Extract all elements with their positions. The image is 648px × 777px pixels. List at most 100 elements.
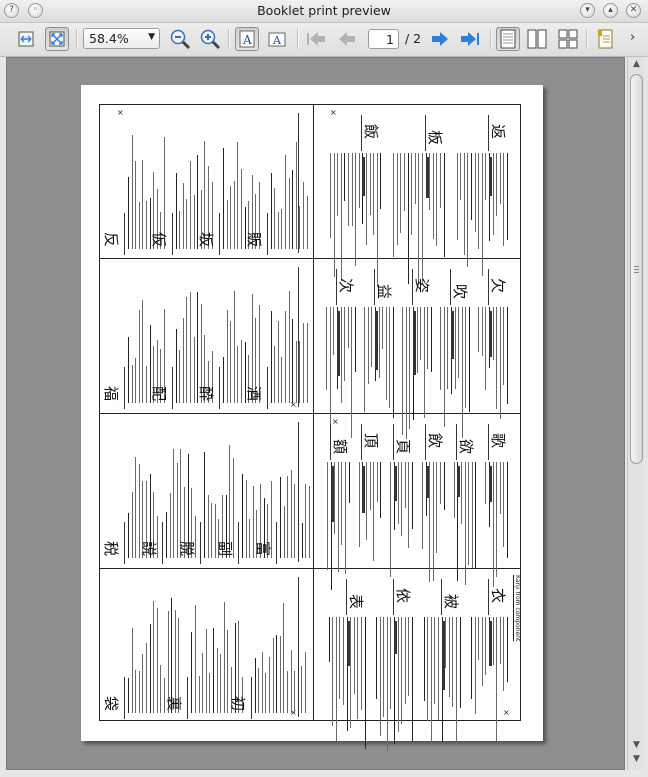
entry-text-line xyxy=(503,617,505,692)
entry-reading-block xyxy=(451,311,454,359)
entry-text-line xyxy=(211,503,213,558)
entry-text-line xyxy=(305,651,307,713)
scroll-down-icon[interactable]: ▼ xyxy=(629,754,644,768)
close-button[interactable]: ✕ xyxy=(626,3,641,18)
entry-text-line xyxy=(373,153,375,236)
entry-text-line xyxy=(135,161,137,249)
entry-text-line xyxy=(295,141,297,249)
entry-text-line xyxy=(475,462,477,570)
grid-pages-icon xyxy=(558,29,578,49)
previous-page-button[interactable] xyxy=(335,27,359,51)
entry-text-line xyxy=(420,307,422,360)
entry-text-line xyxy=(249,518,251,558)
scrollbar-thumb[interactable] xyxy=(630,74,643,464)
entry-rule xyxy=(329,424,331,460)
entry-text-line xyxy=(452,617,454,708)
entry-text-line xyxy=(507,153,508,240)
entry-text-line xyxy=(443,307,445,427)
vertical-scrollbar[interactable]: ▲ ▼ ▼ xyxy=(627,57,644,770)
chevron-down-icon: ▼ xyxy=(148,32,155,42)
entry-text-line xyxy=(416,307,418,373)
separator xyxy=(228,29,230,49)
entry-text-line xyxy=(189,292,191,403)
zoom-in-button[interactable] xyxy=(198,27,222,51)
entry-text-line xyxy=(350,617,352,729)
entry-text-line xyxy=(340,307,342,403)
entry-text-line xyxy=(468,462,470,565)
entry-text-line xyxy=(288,291,290,403)
preview-area[interactable]: × × × × × × Kanji from component 返板飯欠吹姿益… xyxy=(6,57,625,770)
entry-rule xyxy=(440,579,442,615)
entry-text-line xyxy=(269,657,271,713)
entry-text-line xyxy=(496,307,498,410)
scroll-up-icon[interactable]: ▲ xyxy=(629,59,644,73)
entry-text-line xyxy=(182,182,184,249)
entry-text-line xyxy=(138,670,140,713)
entry-rule xyxy=(219,213,220,255)
kanji-character: 説 xyxy=(140,540,159,557)
portrait-orientation-button[interactable]: A xyxy=(235,27,259,51)
entry-text-line xyxy=(499,307,501,420)
entry-text-line xyxy=(351,153,353,227)
fit-width-button[interactable] xyxy=(14,27,38,51)
entry-text-line xyxy=(390,462,392,578)
facing-pages-view-button[interactable] xyxy=(525,27,549,51)
kanji-character: 被 xyxy=(441,593,460,610)
entry-text-line xyxy=(485,462,487,505)
minimize-button[interactable]: ▾ xyxy=(580,3,595,18)
entry-text-line xyxy=(380,153,382,210)
zoom-combobox[interactable]: 58.4% ▼ xyxy=(83,28,160,49)
entry-rule xyxy=(393,424,394,460)
fit-page-button[interactable] xyxy=(45,27,69,51)
entry-text-line xyxy=(276,635,278,713)
overview-view-button[interactable] xyxy=(556,27,580,51)
next-page-button[interactable] xyxy=(428,27,452,51)
row-divider xyxy=(100,413,520,414)
zoom-out-button[interactable] xyxy=(168,27,192,51)
maximize-button[interactable]: ▴ xyxy=(603,3,618,18)
entry-rule xyxy=(345,579,347,615)
kanji-character: 販 xyxy=(244,231,263,248)
first-page-icon xyxy=(307,32,325,46)
entry-text-line xyxy=(142,159,144,249)
entry-text-line xyxy=(292,319,294,403)
kanji-character: 板 xyxy=(425,129,444,146)
entry-text-line xyxy=(193,337,195,403)
kanji-character: 欲 xyxy=(457,438,476,455)
entry-rule xyxy=(266,367,268,409)
entry-text-line xyxy=(131,628,133,713)
first-page-button[interactable] xyxy=(304,27,328,51)
entry-text-line xyxy=(284,311,286,403)
entry-text-line xyxy=(149,624,151,713)
entry-text-line xyxy=(467,153,469,268)
entry-text-line xyxy=(237,142,239,249)
kanji-character: 酔 xyxy=(197,385,216,402)
entry-text-line xyxy=(423,307,425,418)
last-page-button[interactable] xyxy=(458,27,482,51)
entry-text-line xyxy=(223,147,224,249)
entry-reading-block xyxy=(394,621,397,655)
kanji-character: 姿 xyxy=(413,277,432,294)
booklet-sheet: × × × × × × Kanji from component 返板飯欠吹姿益… xyxy=(99,104,521,752)
landscape-orientation-button[interactable]: A xyxy=(265,27,289,51)
entry-text-line xyxy=(355,153,357,267)
entry-text-line xyxy=(397,462,399,524)
single-page-view-button[interactable] xyxy=(496,27,520,51)
scroll-down-icon[interactable]: ▼ xyxy=(629,740,644,754)
entry-text-line xyxy=(335,617,337,741)
entry-text-line xyxy=(281,209,283,249)
entry-text-line xyxy=(478,307,480,352)
page-setup-button[interactable] xyxy=(594,27,618,51)
page-total: / 2 xyxy=(405,31,422,46)
entry-text-line xyxy=(348,462,350,503)
entry-rule xyxy=(276,522,277,564)
entry-text-line xyxy=(411,153,413,236)
entry-text-line xyxy=(339,617,341,700)
toolbar-overflow-button[interactable]: › xyxy=(630,30,635,45)
entry-text-line xyxy=(223,357,224,403)
entry-text-line xyxy=(471,153,472,221)
page-number-input[interactable]: 1 xyxy=(368,29,399,49)
entry-text-line xyxy=(135,357,137,403)
entry-text-line xyxy=(290,649,292,713)
entry-rule xyxy=(456,424,458,460)
